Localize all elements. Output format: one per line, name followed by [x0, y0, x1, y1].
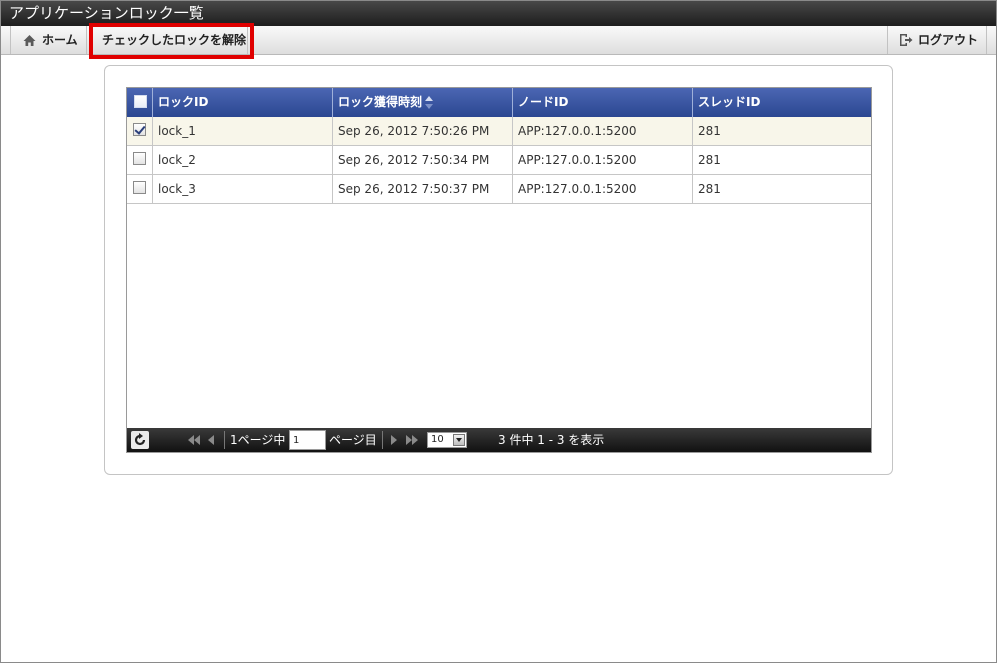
cell-thread-id: 281 [692, 146, 871, 174]
logout-label: ログアウト [918, 33, 979, 47]
column-header-lock-id[interactable]: ロックID [152, 88, 332, 117]
sort-icon [425, 96, 434, 109]
column-header-node-id[interactable]: ノードID [512, 88, 692, 117]
column-header-thread-id[interactable]: スレッドID [692, 88, 871, 117]
cell-acquired: Sep 26, 2012 7:50:37 PM [332, 175, 512, 203]
select-all-checkbox[interactable] [134, 95, 147, 108]
page-size-value: 10 [431, 434, 444, 445]
column-header-acquired[interactable]: ロック獲得時刻 [332, 88, 512, 117]
cell-thread-id: 281 [692, 175, 871, 203]
next-page-icon[interactable] [390, 435, 398, 445]
cell-lock-id: lock_1 [152, 117, 332, 145]
page-size-select[interactable]: 10 [427, 432, 467, 448]
table-row[interactable]: lock_2 Sep 26, 2012 7:50:34 PM APP:127.0… [127, 146, 871, 175]
home-button[interactable]: ホーム [10, 26, 87, 54]
record-summary: 3 件中 1 - 3 を表示 [498, 433, 605, 447]
select-all-cell [127, 88, 152, 117]
first-page-icon[interactable] [187, 435, 201, 445]
row-checkbox-cell [127, 146, 152, 174]
table-row[interactable]: lock_1 Sep 26, 2012 7:50:26 PM APP:127.0… [127, 117, 871, 146]
cell-node-id: APP:127.0.0.1:5200 [512, 175, 692, 203]
release-checked-locks-button[interactable]: チェックしたロックを解除 [88, 26, 248, 54]
home-icon [23, 35, 36, 46]
page-prefix-label: 1ページ中 [230, 433, 286, 447]
lock-table: ロックID ロック獲得時刻 ノードID スレッドID lock_1 Sep 26… [126, 87, 872, 453]
column-header-acquired-label: ロック獲得時刻 [338, 95, 423, 109]
home-label: ホーム [42, 33, 78, 47]
row-checkbox-cell [127, 175, 152, 203]
refresh-button[interactable] [131, 431, 149, 449]
row-checkbox[interactable] [133, 152, 146, 165]
row-checkbox[interactable] [133, 123, 146, 136]
toolbar: ホーム チェックしたロックを解除 ログアウト [0, 26, 997, 55]
row-checkbox[interactable] [133, 181, 146, 194]
pager: 1ページ中 ページ目 10 3 件中 1 - 3 を表示 [127, 428, 871, 452]
logout-button[interactable]: ログアウト [887, 26, 987, 54]
cell-node-id: APP:127.0.0.1:5200 [512, 117, 692, 145]
cell-lock-id: lock_3 [152, 175, 332, 203]
chevron-down-icon [453, 434, 465, 446]
refresh-icon [134, 433, 146, 446]
cell-acquired: Sep 26, 2012 7:50:26 PM [332, 117, 512, 145]
page-number-input[interactable] [289, 430, 326, 450]
row-checkbox-cell [127, 117, 152, 145]
window-title: アプリケーションロック一覧 [0, 0, 997, 26]
cell-node-id: APP:127.0.0.1:5200 [512, 146, 692, 174]
table-row[interactable]: lock_3 Sep 26, 2012 7:50:37 PM APP:127.0… [127, 175, 871, 204]
table-header: ロックID ロック獲得時刻 ノードID スレッドID [127, 88, 871, 117]
cell-acquired: Sep 26, 2012 7:50:34 PM [332, 146, 512, 174]
pager-separator [382, 431, 383, 449]
prev-page-icon[interactable] [207, 435, 215, 445]
last-page-icon[interactable] [405, 435, 419, 445]
cell-lock-id: lock_2 [152, 146, 332, 174]
cell-thread-id: 281 [692, 117, 871, 145]
page-suffix-label: ページ目 [329, 433, 377, 447]
pager-separator [224, 431, 225, 449]
logout-icon [900, 34, 913, 46]
